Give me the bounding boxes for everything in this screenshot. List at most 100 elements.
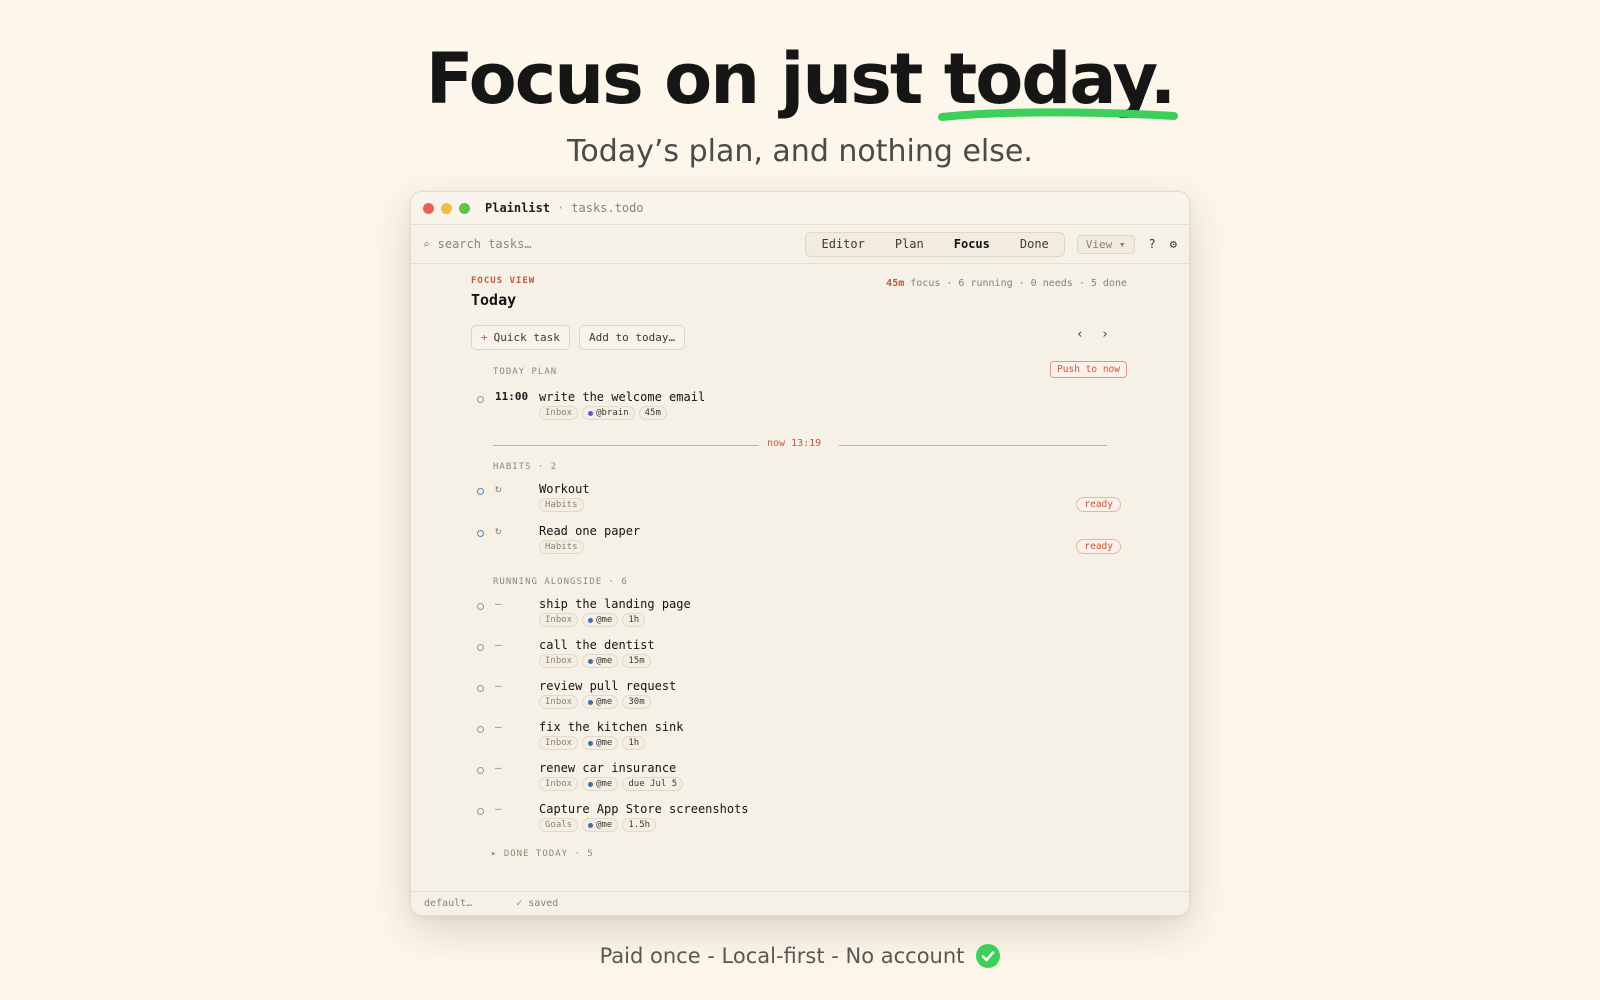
habit-title: Workout xyxy=(539,482,590,496)
push-to-now-button[interactable]: Push to now xyxy=(1050,361,1127,378)
now-line-left xyxy=(493,445,759,446)
task-tags: Inbox @me 1h xyxy=(539,613,646,627)
task-tags: Goals @me 1.5h xyxy=(539,818,657,832)
close-window-button[interactable] xyxy=(423,202,434,214)
focus-stats: 45m focus · 6 running · 0 needs · 5 done xyxy=(886,278,1127,289)
help-button[interactable]: ? xyxy=(1149,237,1156,251)
save-status: ✓ saved xyxy=(516,898,559,909)
list-tag[interactable]: Inbox xyxy=(539,654,579,668)
chevron-right-icon[interactable]: › xyxy=(1101,327,1109,342)
minimize-window-button[interactable] xyxy=(441,202,452,214)
view-dropdown[interactable]: View ▾ xyxy=(1076,234,1135,254)
duration-label: 1.5h xyxy=(628,820,651,830)
habit-tags: Habits xyxy=(539,540,584,554)
focus-view: FOCUS VIEW Today 45m focus · 6 running ·… xyxy=(411,264,1189,882)
habit-checkbox[interactable] xyxy=(477,530,484,537)
hero-subtitle: Today’s plan, and nothing else. xyxy=(567,134,1033,169)
tab-done[interactable]: Done xyxy=(1005,233,1064,256)
repeat-icon: ↻ xyxy=(495,482,502,495)
chevron-left-icon[interactable]: ‹ xyxy=(1076,327,1084,342)
owner-dot-icon xyxy=(588,617,594,623)
duration-tag[interactable]: 30m xyxy=(622,695,651,709)
list-tag[interactable]: Inbox xyxy=(539,777,579,791)
owner-label: @brain xyxy=(596,408,629,418)
task-checkbox[interactable] xyxy=(477,726,484,733)
footer-text: Paid once - Local-first - No account xyxy=(599,944,965,968)
list-tag[interactable]: Inbox xyxy=(539,613,579,627)
duration-tag[interactable]: 1h xyxy=(622,613,646,627)
hero-title-prefix: Focus on just xyxy=(425,38,944,120)
duration-tag[interactable]: 15m xyxy=(622,654,651,668)
gear-icon[interactable]: ⚙ xyxy=(1170,237,1177,251)
duration-tag[interactable]: 1h xyxy=(622,736,646,750)
now-marker: now 13:19 xyxy=(493,438,1107,452)
list-tag[interactable]: Inbox xyxy=(539,736,579,750)
tab-plan[interactable]: Plan xyxy=(880,233,939,256)
task-title: ship the landing page xyxy=(539,597,691,611)
task-tags: Inbox @me 1h xyxy=(539,736,646,750)
status-bar: default… ✓ saved xyxy=(411,891,1189,915)
duration-label: 45m xyxy=(644,408,661,418)
app-name: Plainlist xyxy=(485,201,551,215)
task-checkbox[interactable] xyxy=(477,685,484,692)
owner-tag[interactable]: @me xyxy=(582,654,619,668)
task-title: review pull request xyxy=(539,679,677,693)
habit-tags: Habits xyxy=(539,498,584,512)
list-tag[interactable]: Inbox xyxy=(539,695,579,709)
underline-stroke xyxy=(937,108,1178,121)
owner-tag[interactable]: @me xyxy=(582,695,619,709)
task-time: 11:00 xyxy=(495,390,529,403)
task-tags: Inbox @me 15m xyxy=(539,654,651,668)
tab-focus[interactable]: Focus xyxy=(939,233,1005,256)
owner-tag[interactable]: @me xyxy=(582,777,619,791)
owner-label: @me xyxy=(596,697,613,707)
status-badge: ready xyxy=(1076,539,1121,554)
now-time: now 13:19 xyxy=(767,438,822,449)
duration-tag[interactable]: 45m xyxy=(638,406,667,420)
task-checkbox[interactable] xyxy=(477,808,484,815)
due-date-tag[interactable]: due Jul 5 xyxy=(622,777,684,791)
maximize-window-button[interactable] xyxy=(459,202,470,214)
task-title: call the dentist xyxy=(539,638,655,652)
running-label: RUNNING ALONGSIDE · 6 xyxy=(493,577,628,587)
search-icon: ⌕ xyxy=(423,237,430,251)
focus-view-label: FOCUS VIEW xyxy=(471,276,536,286)
task-checkbox[interactable] xyxy=(477,396,484,403)
repeat-icon: ↻ xyxy=(495,524,502,537)
task-checkbox[interactable] xyxy=(477,644,484,651)
plus-icon: + xyxy=(481,331,488,344)
list-tag[interactable]: Habits xyxy=(539,498,584,512)
profile-name[interactable]: default… xyxy=(424,898,472,909)
tab-editor[interactable]: Editor xyxy=(806,233,879,256)
quick-task-button[interactable]: + Quick task xyxy=(471,325,570,350)
owner-dot-icon xyxy=(588,822,594,828)
add-to-today-button[interactable]: Add to today… xyxy=(579,325,686,350)
owner-tag[interactable]: @me xyxy=(582,818,619,832)
search-input[interactable]: ⌕ search tasks… xyxy=(423,237,805,251)
habit-checkbox[interactable] xyxy=(477,488,484,495)
task-checkbox[interactable] xyxy=(477,767,484,774)
due-date-label: due Jul 5 xyxy=(628,779,678,789)
owner-tag[interactable]: @brain xyxy=(582,406,635,420)
done-today-toggle[interactable]: ▸ DONE TODAY · 5 xyxy=(491,849,594,859)
duration-tag[interactable]: 1.5h xyxy=(622,818,657,832)
habits-label: HABITS · 2 xyxy=(493,462,558,472)
owner-tag[interactable]: @me xyxy=(582,613,619,627)
owner-tag[interactable]: @me xyxy=(582,736,619,750)
view-switcher: Editor Plan Focus Done xyxy=(805,231,1065,257)
list-tag[interactable]: Habits xyxy=(539,540,584,554)
task-checkbox[interactable] xyxy=(477,603,484,610)
status-badge: ready xyxy=(1076,497,1121,512)
quick-task-label: Quick task xyxy=(493,331,560,344)
owner-label: @me xyxy=(596,615,613,625)
today-plan-label: TODAY PLAN xyxy=(493,367,558,377)
list-tag[interactable]: Goals xyxy=(539,818,579,832)
hero-title: Focus on just today. xyxy=(0,38,1600,121)
owner-label: @me xyxy=(596,738,613,748)
duration-label: 1h xyxy=(628,738,640,748)
owner-dot-icon xyxy=(588,658,594,664)
owner-label: @me xyxy=(596,820,613,830)
owner-dot-icon xyxy=(588,740,594,746)
list-tag[interactable]: Inbox xyxy=(539,406,579,420)
hero-title-accent: today. xyxy=(937,38,1178,121)
